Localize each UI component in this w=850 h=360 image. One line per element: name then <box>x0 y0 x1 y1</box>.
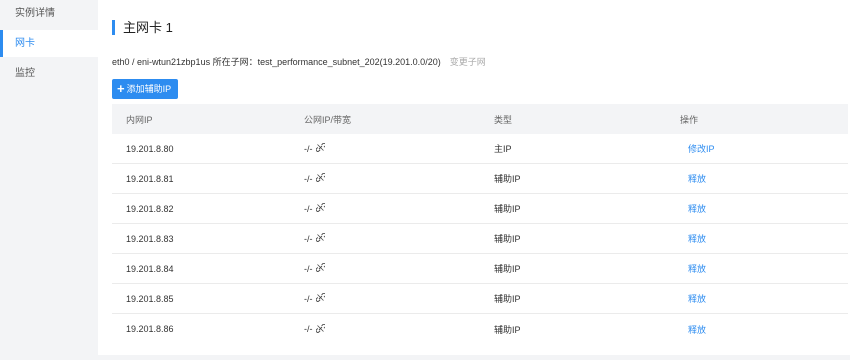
subnet-info: eth0 / eni-wtun21zbp1us 所在子网：test_perfor… <box>112 55 486 68</box>
private-ip-cell: 19.201.8.83 <box>126 233 174 244</box>
unlink-icon <box>313 292 326 304</box>
unlink-icon <box>313 172 326 184</box>
unlink-icon <box>313 202 326 214</box>
sidebar-item[interactable]: 网卡 <box>0 30 98 57</box>
release-link[interactable]: 释放 <box>680 294 706 304</box>
table-row: 19.201.8.86 -/- 辅助IP 释放 <box>112 314 848 344</box>
public-ip-value: -/- <box>304 324 313 334</box>
action-cell: 释放 <box>672 172 848 185</box>
public-ip-cell: -/- <box>296 262 486 274</box>
unlink-icon <box>313 323 326 335</box>
table-row: 19.201.8.80 -/- 主IP 修改IP <box>112 134 848 164</box>
main-panel: 主网卡 1 eth0 / eni-wtun21zbp1us 所在子网：test_… <box>98 0 850 360</box>
table-row: 19.201.8.84 -/- 辅助IP 释放 <box>112 254 848 284</box>
header-public-ip: 公网IP/带宽 <box>304 114 352 125</box>
public-ip-value: -/- <box>304 143 313 154</box>
type-cell: 辅助IP <box>494 234 521 244</box>
action-cell: 释放 <box>672 202 848 215</box>
type-cell: 辅助IP <box>494 294 521 304</box>
sidebar-menu: 实例详情 网卡 监控 <box>0 0 98 87</box>
public-ip-value: -/- <box>304 173 313 184</box>
plus-icon: + <box>117 81 125 96</box>
public-ip-value: -/- <box>304 263 313 274</box>
header-type: 类型 <box>494 114 513 125</box>
ip-table: 内网IP 公网IP/带宽 类型 操作 19.201.8.80 -/- 主IP 修改IP… <box>112 104 848 344</box>
private-ip-cell: 19.201.8.86 <box>126 324 174 334</box>
subnet-text: eth0 / eni-wtun21zbp1us 所在子网：test_perfor… <box>112 57 441 67</box>
table-body: 19.201.8.80 -/- 主IP 修改IP 19.201.8.81 -/- 辅助IP 释… <box>112 134 848 344</box>
public-ip-cell: -/- <box>296 202 486 214</box>
release-link[interactable]: 释放 <box>680 234 706 244</box>
public-ip-cell: -/- <box>296 172 486 184</box>
unlink-icon <box>313 142 326 154</box>
change-subnet-link[interactable]: 变更子网 <box>450 57 486 67</box>
public-ip-cell: -/- <box>296 142 486 154</box>
release-link[interactable]: 释放 <box>680 325 706 335</box>
unlink-icon <box>313 232 326 244</box>
public-ip-value: -/- <box>304 293 313 304</box>
type-cell: 辅助IP <box>494 264 521 274</box>
unlink-icon <box>313 262 326 274</box>
sidebar-item[interactable]: 监控 <box>0 60 98 87</box>
action-cell: 释放 <box>672 323 848 336</box>
private-ip-cell: 19.201.8.81 <box>126 173 174 184</box>
header-action: 操作 <box>680 114 699 125</box>
table-row: 19.201.8.83 -/- 辅助IP 释放 <box>112 224 848 254</box>
public-ip-cell: -/- <box>296 292 486 304</box>
public-ip-cell: -/- <box>296 232 486 244</box>
table-row: 19.201.8.81 -/- 辅助IP 释放 <box>112 164 848 194</box>
private-ip-cell: 19.201.8.85 <box>126 293 174 304</box>
release-link[interactable]: 释放 <box>680 174 706 184</box>
action-cell: 释放 <box>672 292 848 305</box>
add-secondary-ip-label: 添加辅助IP <box>126 84 172 94</box>
bottom-divider <box>98 355 850 360</box>
type-cell: 辅助IP <box>494 204 521 214</box>
private-ip-cell: 19.201.8.84 <box>126 263 174 274</box>
private-ip-cell: 19.201.8.82 <box>126 203 174 214</box>
private-ip-cell: 19.201.8.80 <box>126 143 174 154</box>
public-ip-value: -/- <box>304 203 313 214</box>
action-cell: 释放 <box>672 262 848 275</box>
table-row: 19.201.8.82 -/- 辅助IP 释放 <box>112 194 848 224</box>
action-cell: 释放 <box>672 232 848 245</box>
table-row: 19.201.8.85 -/- 辅助IP 释放 <box>112 284 848 314</box>
header-private-ip: 内网IP <box>126 114 153 125</box>
sidebar-item[interactable]: 实例详情 <box>0 0 98 27</box>
section-title: 主网卡 1 <box>112 20 173 35</box>
add-secondary-ip-button[interactable]: + 添加辅助IP <box>112 79 179 99</box>
release-link[interactable]: 释放 <box>680 204 706 214</box>
type-cell: 辅助IP <box>494 324 521 335</box>
public-ip-cell: -/- <box>296 323 486 335</box>
release-link[interactable]: 释放 <box>680 264 706 274</box>
action-cell: 修改IP <box>672 142 848 155</box>
table-header: 内网IP 公网IP/带宽 类型 操作 <box>112 104 848 134</box>
type-cell: 辅助IP <box>494 174 521 184</box>
type-cell: 主IP <box>494 144 512 154</box>
sidebar: 实例详情 网卡 监控 <box>0 0 98 360</box>
public-ip-value: -/- <box>304 233 313 244</box>
modify-ip-link[interactable]: 修改IP <box>680 144 715 154</box>
